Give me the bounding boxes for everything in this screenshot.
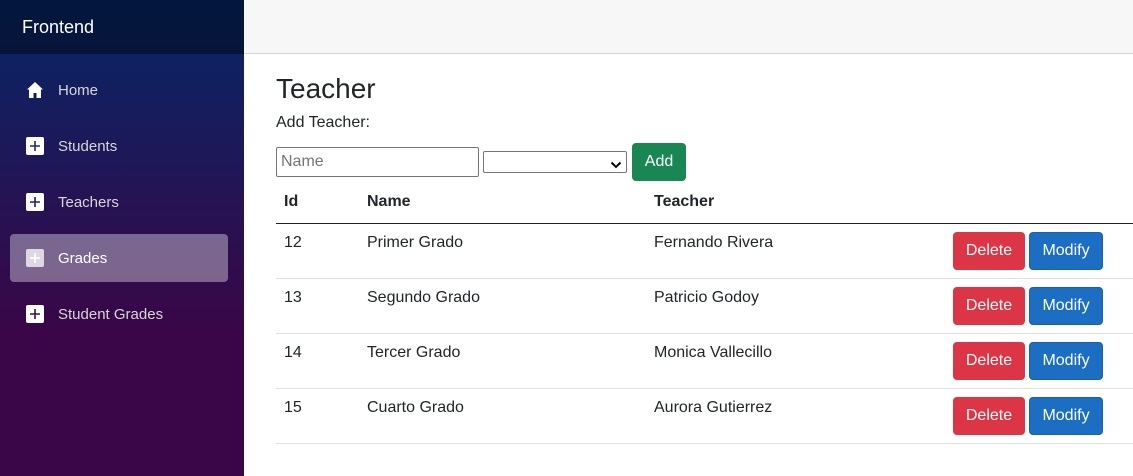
table-row: 14 Tercer Grado Monica Vallecillo Delete… — [276, 333, 1133, 389]
grades-table: Id Name Teacher 12 Primer Grado Fernando… — [276, 181, 1133, 444]
sidebar-item-label: Grades — [58, 249, 108, 267]
delete-button[interactable]: Delete — [953, 286, 1025, 325]
top-row — [244, 0, 1133, 54]
plus-icon — [26, 249, 44, 267]
modify-button[interactable]: Modify — [1029, 286, 1103, 325]
home-icon — [26, 81, 44, 99]
modify-button[interactable]: Modify — [1029, 341, 1103, 380]
table-row: 13 Segundo Grado Patricio Godoy Delete M… — [276, 278, 1133, 334]
page-title: Teacher — [276, 73, 376, 104]
add-button[interactable]: Add — [632, 143, 686, 181]
add-teacher-form: Add — [276, 143, 1133, 181]
sidebar-item-students[interactable]: Students — [10, 122, 228, 170]
cell-id: 12 — [276, 223, 359, 279]
cell-id: 13 — [276, 278, 359, 334]
main-content: Teacher Add Teacher: Add Id Name Teacher… — [276, 54, 1133, 444]
brand-bar: Frontend — [0, 0, 244, 54]
cell-id: 14 — [276, 333, 359, 389]
plus-icon — [26, 305, 44, 323]
table-header-row: Id Name Teacher — [276, 181, 1133, 224]
sidebar-item-label: Students — [58, 137, 118, 155]
teacher-select[interactable] — [483, 151, 627, 173]
table-row: 12 Primer Grado Fernando Rivera Delete M… — [276, 223, 1133, 279]
modify-button[interactable]: Modify — [1029, 396, 1103, 435]
column-header-actions — [945, 181, 1133, 224]
name-input[interactable] — [276, 147, 479, 177]
delete-button[interactable]: Delete — [953, 231, 1025, 270]
sidebar: Frontend Home Students Teachers Grades S… — [0, 0, 244, 476]
cell-actions: Delete Modify — [945, 388, 1133, 444]
sidebar-nav: Home Students Teachers Grades Student Gr… — [0, 54, 244, 338]
cell-name: Cuarto Grado — [359, 388, 646, 444]
chevron-down-icon — [610, 157, 622, 175]
sidebar-item-home[interactable]: Home — [10, 66, 228, 114]
cell-teacher: Patricio Godoy — [646, 278, 945, 334]
brand-link[interactable]: Frontend — [22, 17, 94, 38]
plus-icon — [26, 137, 44, 155]
cell-name: Segundo Grado — [359, 278, 646, 334]
cell-id: 15 — [276, 388, 359, 444]
plus-icon — [26, 193, 44, 211]
table-row: 15 Cuarto Grado Aurora Gutierrez Delete … — [276, 388, 1133, 444]
cell-teacher: Monica Vallecillo — [646, 333, 945, 389]
sidebar-item-teachers[interactable]: Teachers — [10, 178, 228, 226]
add-teacher-label: Add Teacher: — [276, 114, 370, 131]
cell-actions: Delete Modify — [945, 278, 1133, 334]
cell-teacher: Fernando Rivera — [646, 223, 945, 279]
column-header-teacher: Teacher — [646, 181, 945, 224]
cell-actions: Delete Modify — [945, 223, 1133, 279]
column-header-name: Name — [359, 181, 646, 224]
sidebar-item-label: Home — [58, 81, 99, 99]
delete-button[interactable]: Delete — [953, 341, 1025, 380]
sidebar-item-label: Teachers — [58, 193, 119, 211]
cell-actions: Delete Modify — [945, 333, 1133, 389]
cell-teacher: Aurora Gutierrez — [646, 388, 945, 444]
cell-name: Tercer Grado — [359, 333, 646, 389]
cell-name: Primer Grado — [359, 223, 646, 279]
modify-button[interactable]: Modify — [1029, 231, 1103, 270]
sidebar-item-grades[interactable]: Grades — [10, 234, 228, 282]
sidebar-item-label: Student Grades — [58, 305, 164, 323]
column-header-id: Id — [276, 181, 359, 224]
delete-button[interactable]: Delete — [953, 396, 1025, 435]
sidebar-item-student-grades[interactable]: Student Grades — [10, 290, 228, 338]
